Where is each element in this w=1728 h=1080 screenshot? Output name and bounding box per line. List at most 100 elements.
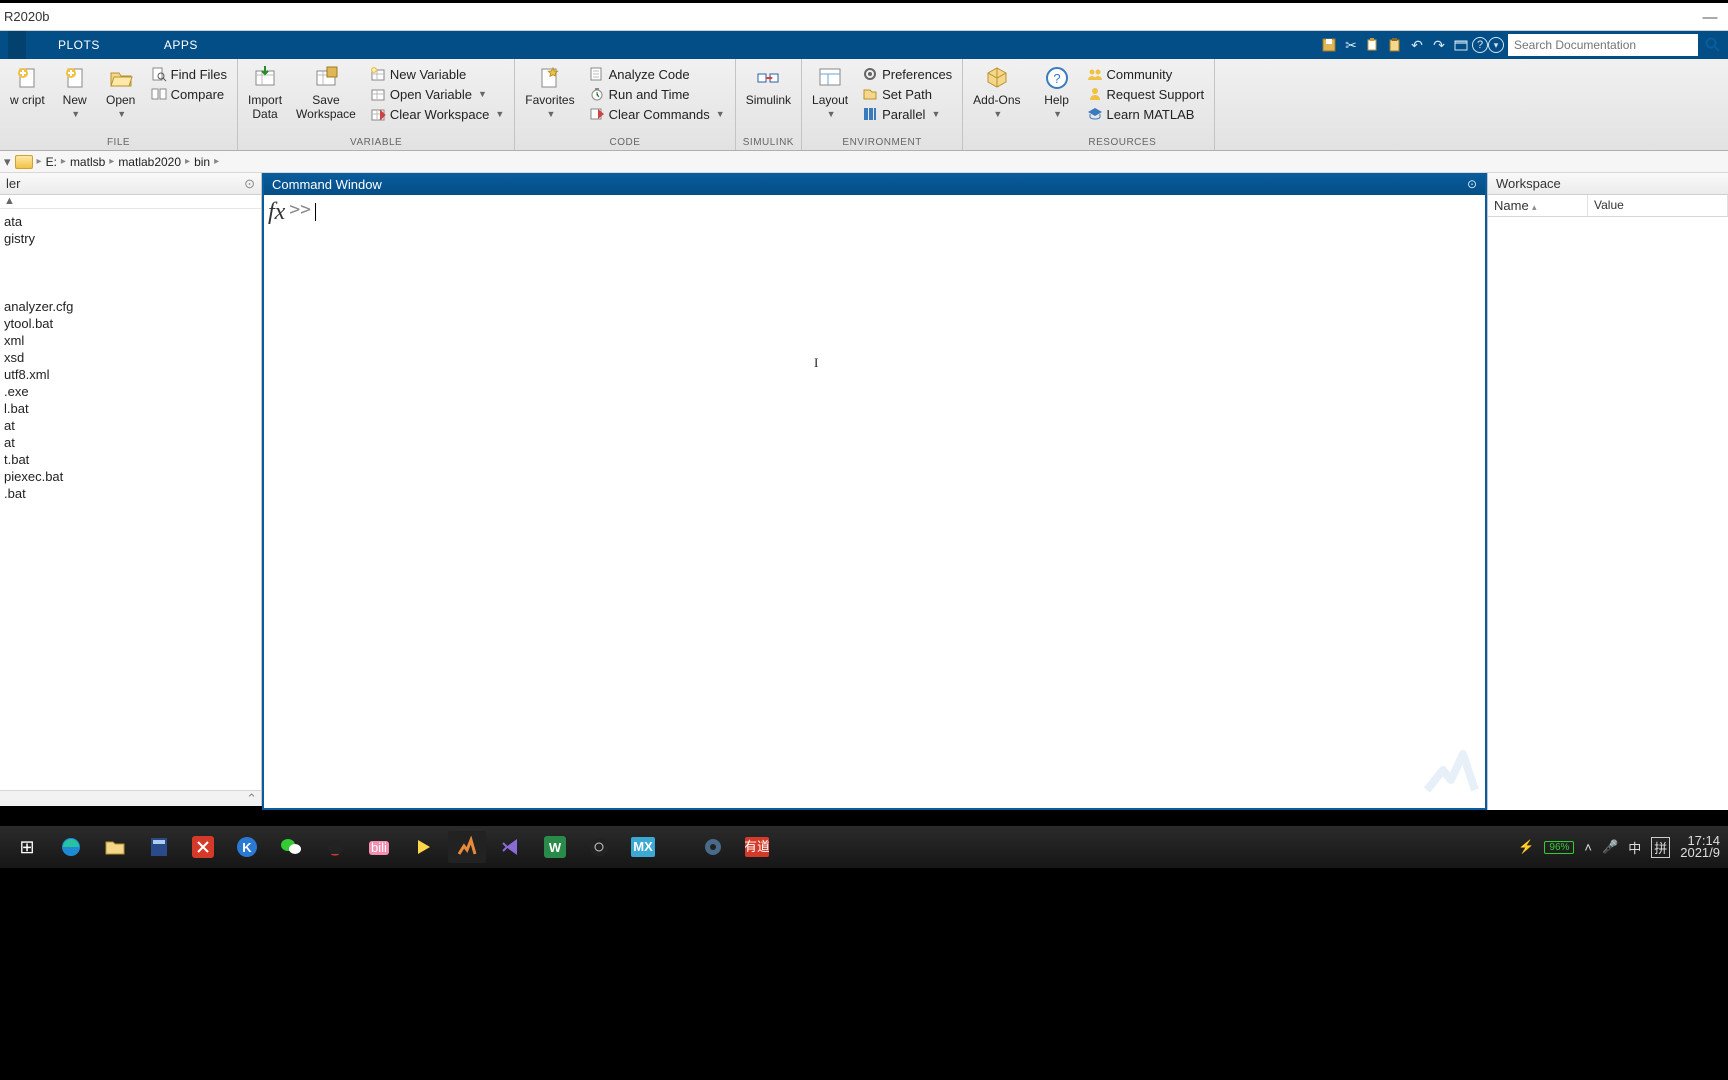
- path-seg-3[interactable]: bin: [194, 155, 210, 169]
- set-path-button[interactable]: Set Path: [858, 85, 956, 103]
- help-button[interactable]: ? Help ▼: [1037, 63, 1077, 119]
- save-icon[interactable]: [1318, 34, 1340, 56]
- group-addons: Add-Ons ▼: [963, 59, 1030, 150]
- command-window-title[interactable]: Command Window ⊙: [264, 173, 1485, 195]
- cut-icon[interactable]: ✂: [1340, 34, 1362, 56]
- taskbar-app-red[interactable]: [184, 831, 222, 863]
- sort-indicator[interactable]: ▲: [0, 195, 261, 209]
- taskbar-app-k[interactable]: K: [228, 831, 266, 863]
- path-seg-2[interactable]: matlab2020: [118, 155, 181, 169]
- community-button[interactable]: Community: [1083, 65, 1209, 83]
- workspace-header[interactable]: Name ▴ Value: [1488, 195, 1728, 217]
- taskbar-play[interactable]: [404, 831, 442, 863]
- new-button[interactable]: New ▼: [55, 63, 95, 119]
- command-window[interactable]: fx >> I: [264, 195, 1485, 808]
- new-variable-button[interactable]: New Variable: [366, 65, 508, 83]
- list-item[interactable]: t.bat: [2, 451, 261, 468]
- taskbar-bili[interactable]: bili: [360, 831, 398, 863]
- favorites-button[interactable]: Favorites ▼: [521, 63, 578, 119]
- save-workspace-button[interactable]: Save Workspace: [292, 63, 360, 121]
- folder-icon[interactable]: [15, 155, 33, 169]
- list-item[interactable]: [2, 281, 261, 298]
- simulink-button[interactable]: Simulink: [742, 63, 795, 107]
- list-item[interactable]: utf8.xml: [2, 366, 261, 383]
- search-button[interactable]: [1698, 31, 1728, 59]
- new-script-button[interactable]: w cript: [6, 63, 49, 107]
- taskbar-calc[interactable]: [140, 831, 178, 863]
- tray-ime-pin[interactable]: 拼: [1651, 837, 1670, 858]
- taskbar-explorer[interactable]: [96, 831, 134, 863]
- workspace-col-value[interactable]: Value: [1588, 195, 1728, 216]
- list-item[interactable]: piexec.bat: [2, 468, 261, 485]
- qat-dropdown-icon[interactable]: ▾: [1488, 37, 1504, 53]
- tray-ime-zh[interactable]: 中: [1628, 838, 1641, 857]
- redo-icon[interactable]: ↷: [1428, 34, 1450, 56]
- path-drive[interactable]: E:: [46, 155, 57, 169]
- taskbar-youdao[interactable]: 有道: [738, 831, 776, 863]
- request-support-button[interactable]: Request Support: [1083, 85, 1209, 103]
- list-item[interactable]: [2, 247, 261, 264]
- list-item[interactable]: at: [2, 434, 261, 451]
- taskbar-matlab[interactable]: [448, 831, 486, 863]
- copy-icon[interactable]: [1362, 34, 1384, 56]
- open-variable-button[interactable]: Open Variable ▼: [366, 85, 508, 103]
- parallel-button[interactable]: Parallel ▼: [858, 105, 956, 123]
- list-item[interactable]: l.bat: [2, 400, 261, 417]
- list-item[interactable]: [2, 264, 261, 281]
- layout-button[interactable]: Layout ▼: [808, 63, 852, 119]
- taskbar-dark-circle[interactable]: [580, 831, 618, 863]
- import-data-button[interactable]: Import Data: [244, 63, 286, 121]
- list-item[interactable]: analyzer.cfg: [2, 298, 261, 315]
- tray-chevron-up-icon[interactable]: ˄: [1584, 840, 1592, 855]
- list-item[interactable]: at: [2, 417, 261, 434]
- workspace-col-name[interactable]: Name ▴: [1488, 195, 1588, 216]
- doc-search-input[interactable]: [1514, 38, 1692, 52]
- pane-actions-icon[interactable]: ⊙: [1467, 177, 1477, 191]
- file-list[interactable]: atagistry analyzer.cfgytool.batxmlxsdutf…: [0, 209, 261, 790]
- undo-icon[interactable]: ↶: [1406, 34, 1428, 56]
- analyze-code-button[interactable]: Analyze Code: [585, 65, 729, 83]
- taskbar-wechat[interactable]: [272, 831, 310, 863]
- tray-plug-icon[interactable]: ⚡: [1518, 839, 1534, 855]
- find-files-button[interactable]: Find Files: [147, 65, 231, 83]
- list-item[interactable]: gistry: [2, 230, 261, 247]
- compare-button[interactable]: Compare: [147, 85, 231, 103]
- learn-matlab-button[interactable]: Learn MATLAB: [1083, 105, 1209, 123]
- clear-commands-button[interactable]: Clear Commands ▼: [585, 105, 729, 123]
- browse-button[interactable]: ▾: [4, 154, 11, 170]
- taskbar-vs[interactable]: [492, 831, 530, 863]
- preferences-button[interactable]: Preferences: [858, 65, 956, 83]
- list-item[interactable]: ata: [2, 213, 261, 230]
- minimize-button[interactable]: —: [1696, 3, 1724, 31]
- switch-windows-icon[interactable]: [1450, 34, 1472, 56]
- tab-apps[interactable]: APPS: [132, 31, 230, 59]
- pane-actions-icon[interactable]: ⊙: [244, 176, 255, 192]
- details-expand[interactable]: ⌃: [0, 790, 261, 806]
- list-item[interactable]: ytool.bat: [2, 315, 261, 332]
- taskbar-start[interactable]: ⊞: [8, 831, 46, 863]
- tab-plots[interactable]: PLOTS: [26, 31, 132, 59]
- fx-icon[interactable]: fx: [268, 199, 289, 226]
- tray-mic-icon[interactable]: 🎤: [1602, 839, 1618, 855]
- taskbar-wps-w[interactable]: W: [536, 831, 574, 863]
- layout-icon: [817, 65, 843, 91]
- list-item[interactable]: xml: [2, 332, 261, 349]
- clear-workspace-button[interactable]: Clear Workspace ▼: [366, 105, 508, 123]
- tray-clock[interactable]: 17:14 2021/9: [1680, 835, 1720, 859]
- list-item[interactable]: xsd: [2, 349, 261, 366]
- taskbar-qq[interactable]: [316, 831, 354, 863]
- paste-icon[interactable]: [1384, 34, 1406, 56]
- path-seg-1[interactable]: matlsb: [70, 155, 105, 169]
- list-item[interactable]: .bat: [2, 485, 261, 502]
- taskbar-mx[interactable]: MX: [624, 831, 662, 863]
- list-item[interactable]: .exe: [2, 383, 261, 400]
- run-and-time-button[interactable]: Run and Time: [585, 85, 729, 103]
- taskbar-gear[interactable]: [694, 831, 732, 863]
- taskbar-edge[interactable]: [52, 831, 90, 863]
- battery-indicator[interactable]: 96%: [1544, 841, 1574, 854]
- tab-home-handle[interactable]: [8, 31, 26, 59]
- open-button[interactable]: Open ▼: [101, 63, 141, 119]
- addons-button[interactable]: Add-Ons ▼: [969, 63, 1024, 119]
- help-icon[interactable]: ?: [1472, 37, 1488, 53]
- doc-search[interactable]: [1508, 34, 1698, 56]
